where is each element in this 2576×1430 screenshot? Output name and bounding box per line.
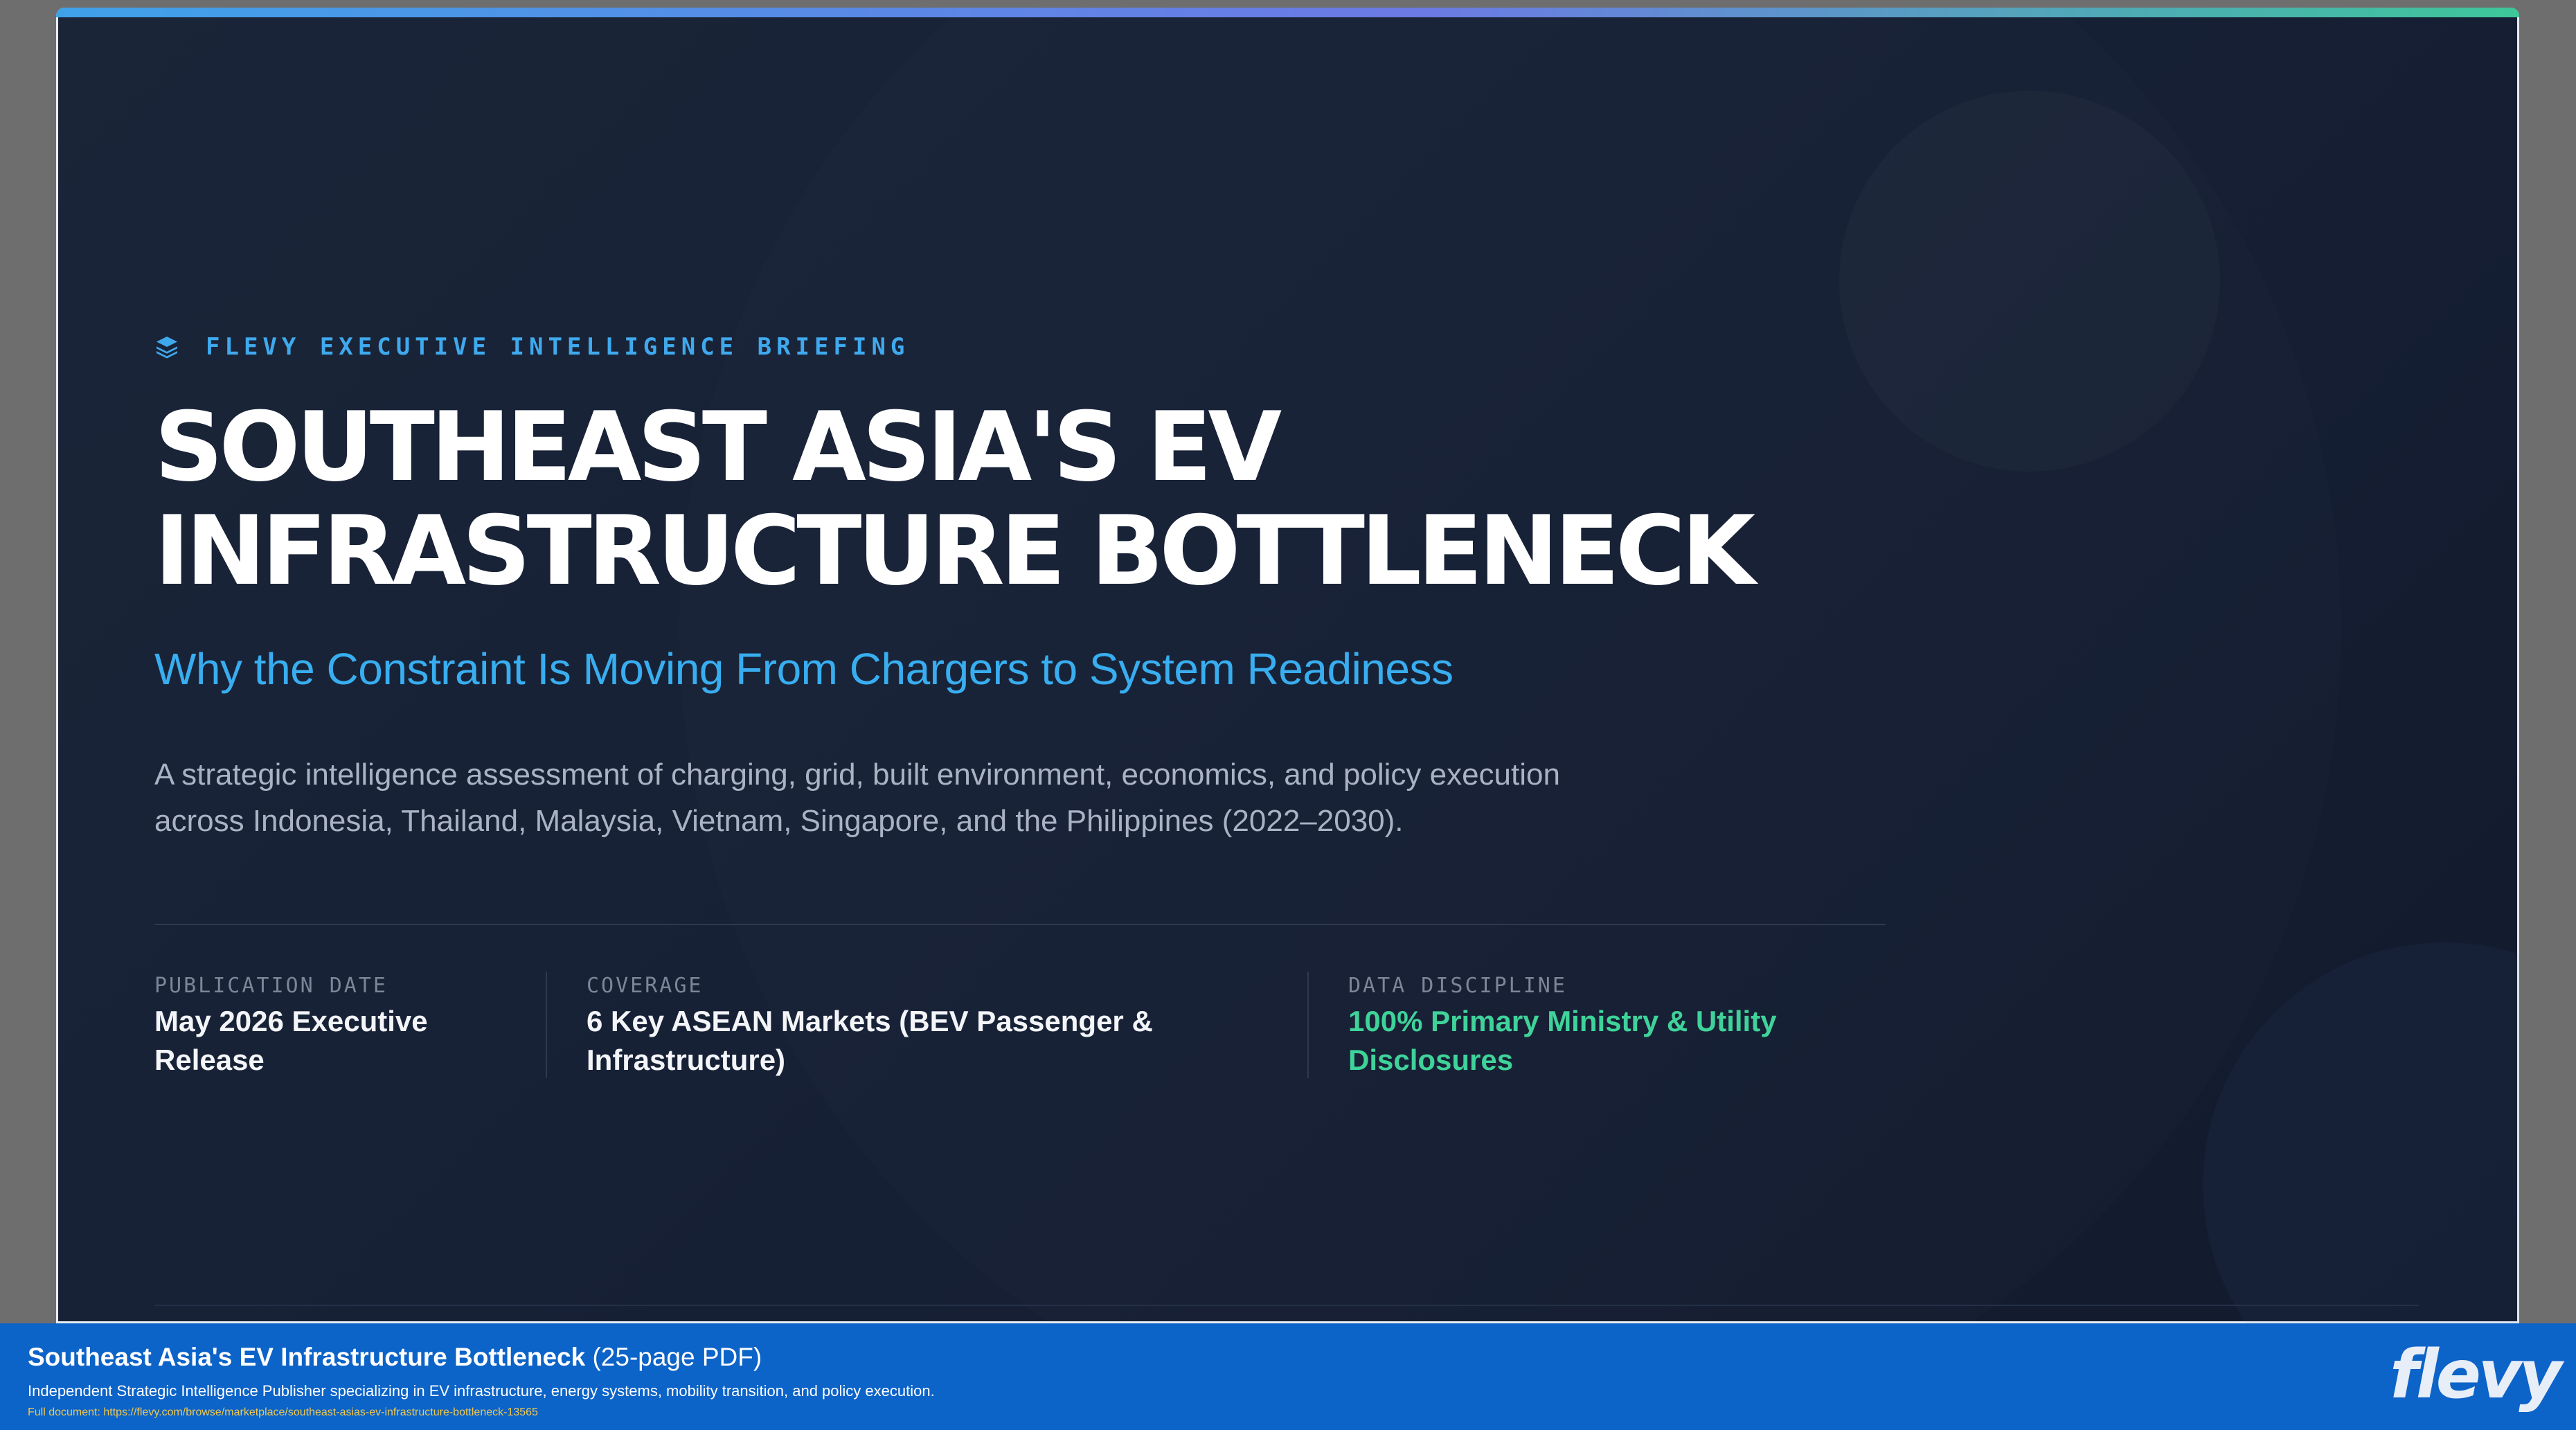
title-line-2: INFRASTRUCTURE BOTTLENECK [154,495,1755,607]
vertical-divider [1307,972,1309,1078]
decorative-circle [1839,91,2220,472]
description: A strategic intelligence assessment of c… [154,751,1678,844]
description-line-1: A strategic intelligence assessment of c… [154,758,1560,792]
meta-publication-date: PUBLICATION DATE May 2026 Executive Rele… [154,974,501,1080]
footer-link[interactable]: https://flevy.com/browse/marketplace/sou… [103,1406,538,1418]
meta-value-line-1: 100% Primary Ministry & Utility [1348,1005,1777,1037]
description-line-2: across Indonesia, Thailand, Malaysia, Vi… [154,804,1404,838]
title-line-1: SOUTHEAST ASIA'S EV [154,391,1282,503]
meta-value-line-2: Infrastructure) [587,1044,786,1076]
meta-data-discipline: DATA DISCIPLINE 100% Primary Ministry & … [1348,974,1875,1080]
meta-value-line-1: May 2026 Executive [154,1005,428,1037]
layers-icon [156,337,177,359]
footer-link-label: Full document: [28,1406,104,1418]
flevy-logo: flevy [2390,1336,2562,1413]
page-title: SOUTHEAST ASIA'S EV INFRASTRUCTURE BOTTL… [154,395,1816,603]
vertical-divider [546,972,547,1078]
footer-title-suffix: (25-page PDF) [585,1343,762,1371]
meta-value: 100% Primary Ministry & Utility Disclosu… [1348,1002,1875,1080]
meta-label: COVERAGE [587,974,704,998]
meta-label: PUBLICATION DATE [154,974,388,998]
meta-coverage: COVERAGE 6 Key ASEAN Markets (BEV Passen… [587,974,1154,1080]
footer-title-main: Southeast Asia's EV Infrastructure Bottl… [28,1343,586,1371]
eyebrow-text: FLEVY EXECUTIVE INTELLIGENCE BRIEFING [206,333,910,361]
footer-title: Southeast Asia's EV Infrastructure Bottl… [28,1343,762,1372]
divider [154,1305,2419,1306]
eyebrow: FLEVY EXECUTIVE INTELLIGENCE BRIEFING [154,333,909,361]
meta-value: 6 Key ASEAN Markets (BEV Passenger & Inf… [587,1002,1154,1080]
page-subtitle: Why the Constraint Is Moving From Charge… [154,644,1454,694]
meta-value: May 2026 Executive Release [154,1002,501,1080]
footer-link-line: Full document: https://flevy.com/browse/… [28,1406,538,1419]
meta-value-line-1: 6 Key ASEAN Markets (BEV Passenger & [587,1005,1153,1037]
footer-banner: Southeast Asia's EV Infrastructure Bottl… [0,1323,2576,1430]
meta-label: DATA DISCIPLINE [1348,974,1567,998]
meta-value-line-2: Release [154,1044,265,1076]
meta-value-line-2: Disclosures [1348,1044,1514,1076]
divider [154,924,1886,925]
document-slide: FLEVY EXECUTIVE INTELLIGENCE BRIEFING SO… [56,8,2519,1323]
footer-tagline: Independent Strategic Intelligence Publi… [28,1382,935,1400]
